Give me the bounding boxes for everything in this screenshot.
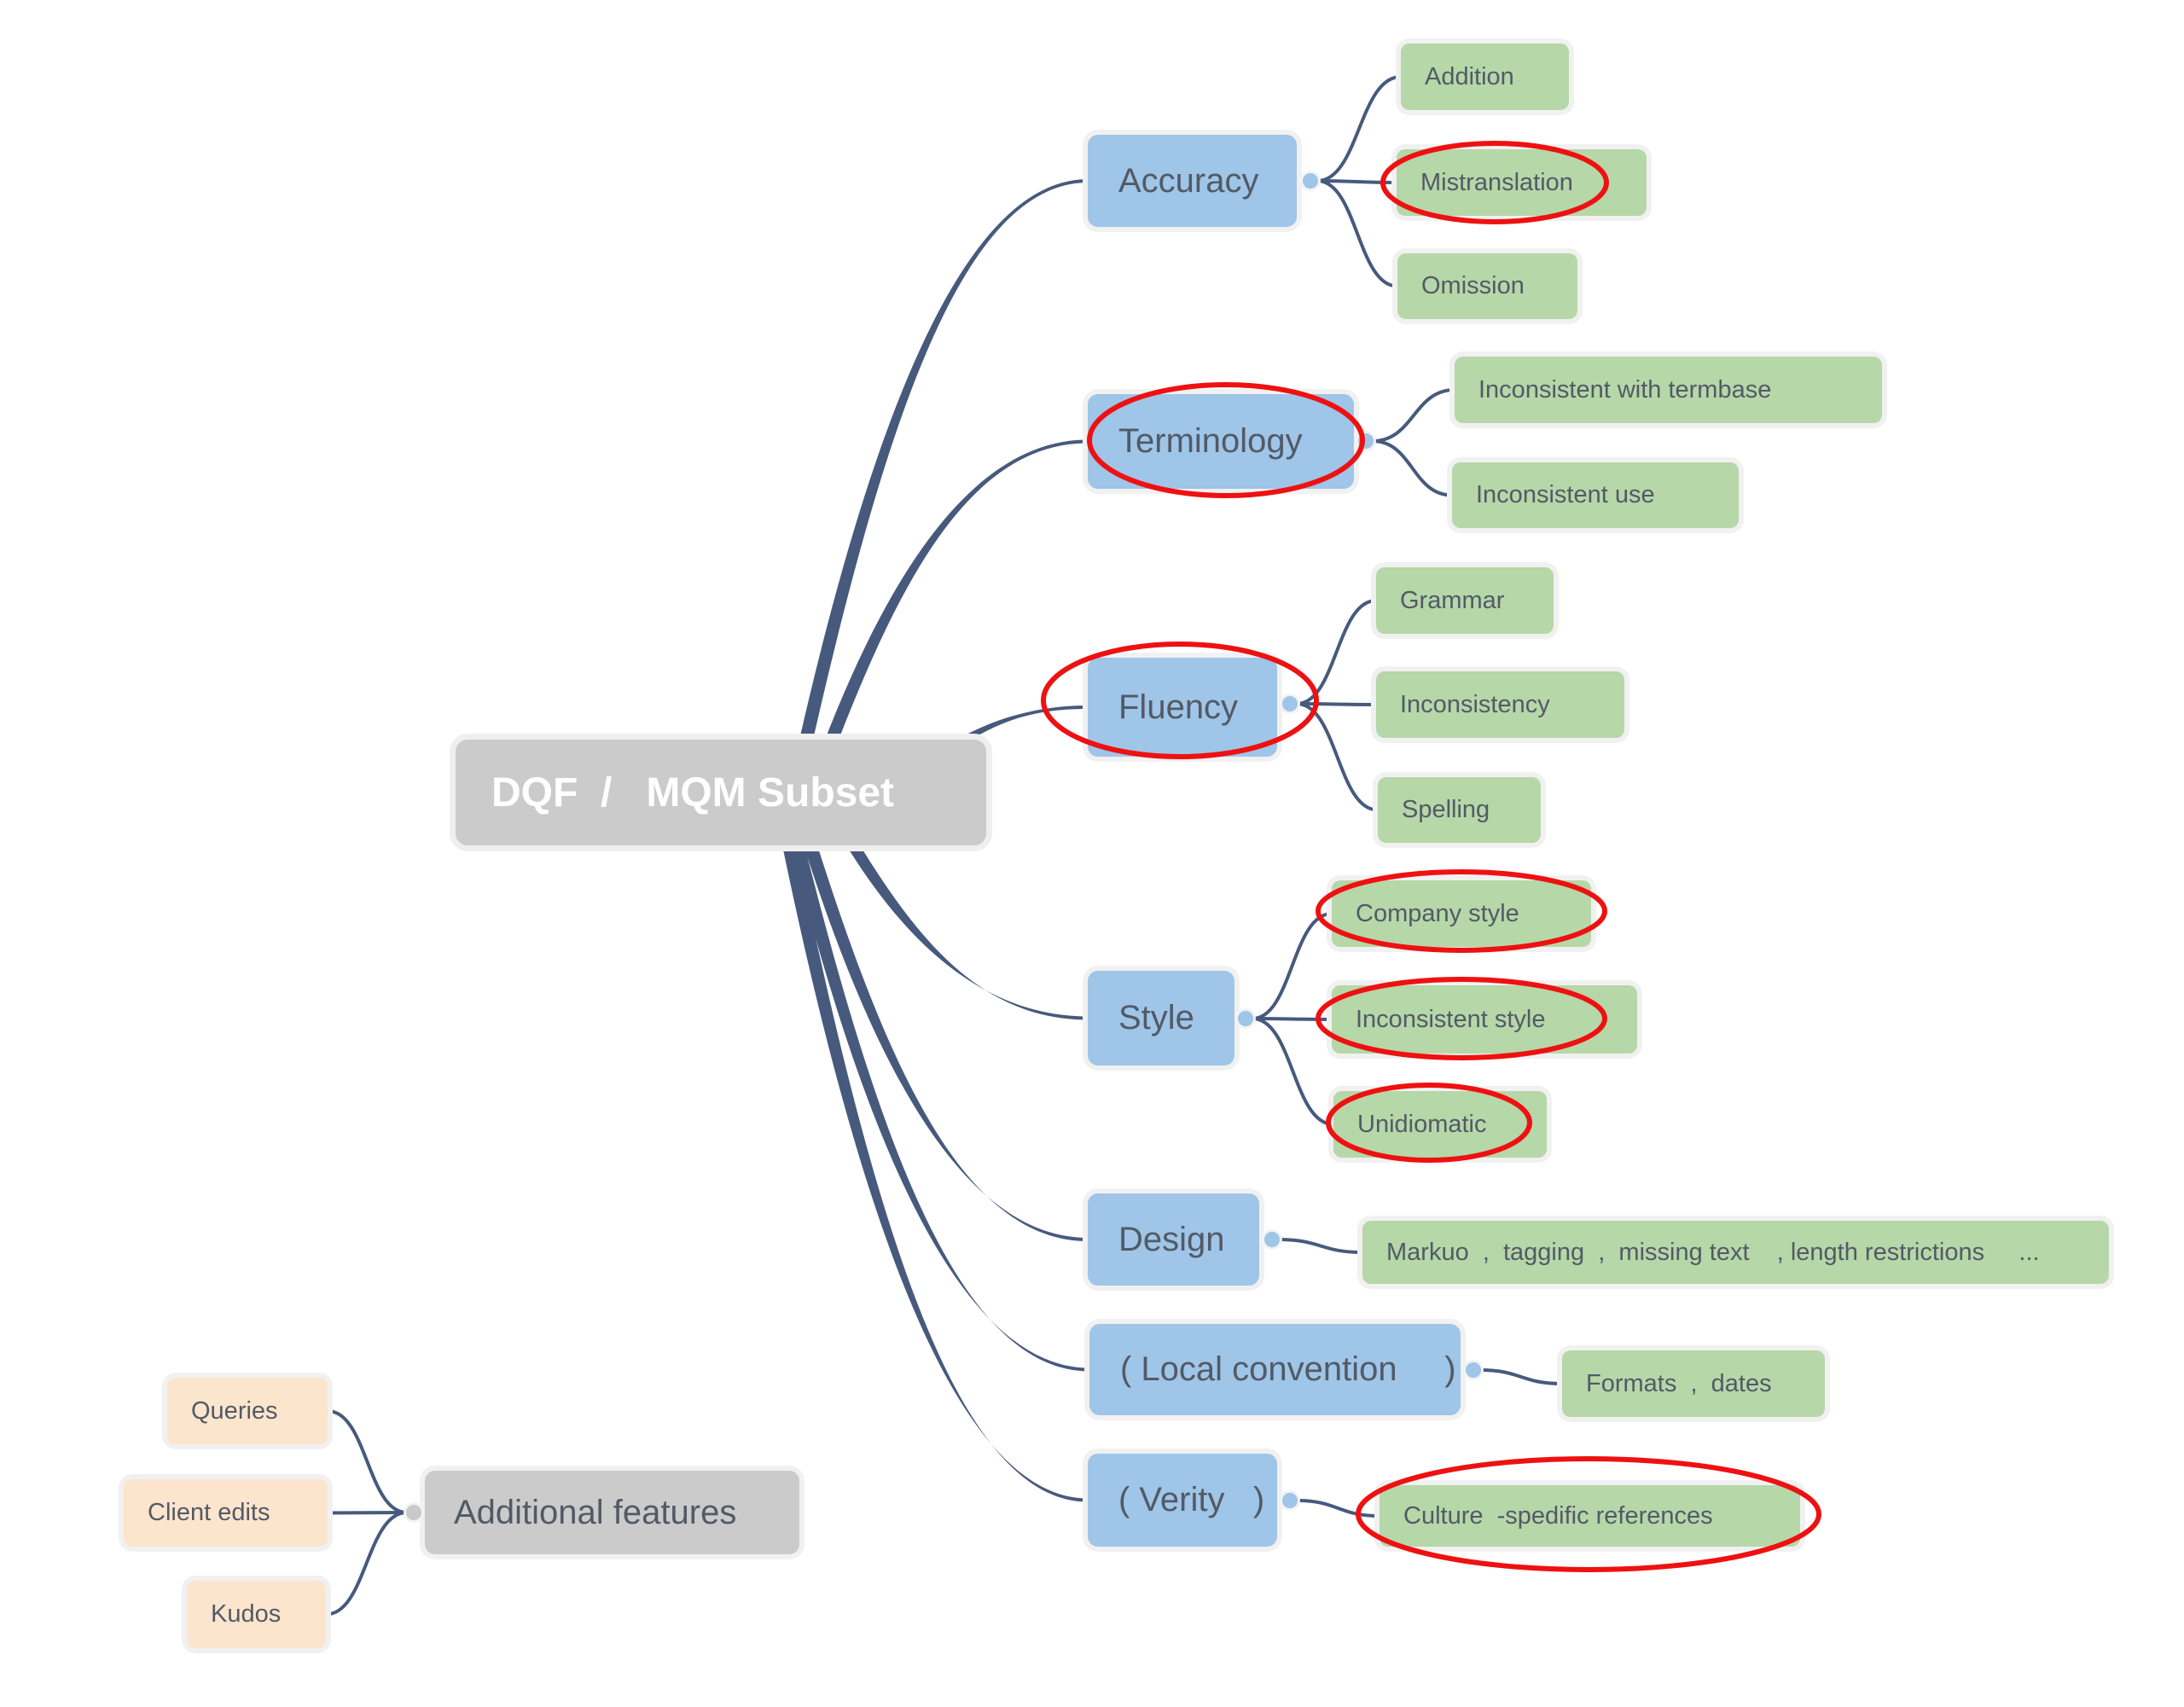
connector-branch-6-leaf-0 — [1296, 1499, 1380, 1518]
branch-label: Accuracy — [1118, 161, 1259, 200]
collapse-toggle-accuracy[interactable] — [1303, 173, 1318, 189]
connector-branch-1-leaf-0 — [1372, 388, 1455, 443]
leaf-label: Spelling — [1402, 796, 1490, 823]
connector-layer — [325, 75, 1563, 1617]
leaf-client-edits[interactable]: Client edits — [124, 1479, 328, 1547]
connector-root-to-branch-1 — [825, 439, 1088, 740]
connector-additional-leaf-0 — [327, 1409, 408, 1514]
leaf-company-style[interactable]: Company style — [1332, 880, 1591, 947]
leaf-label: Company style — [1356, 899, 1519, 927]
connector-branch-0-leaf-0 — [1316, 75, 1402, 183]
leaf-label: Culture -spedific references — [1403, 1501, 1713, 1530]
leaf-grammar[interactable]: Grammar — [1376, 567, 1554, 634]
connector-root-to-branch-4 — [804, 845, 1088, 1241]
leaf-label: Client edits — [148, 1499, 270, 1526]
leaf-queries[interactable]: Queries — [167, 1378, 328, 1444]
additional-features-node[interactable]: Additional features — [425, 1471, 799, 1554]
branch-label: Design — [1118, 1220, 1225, 1258]
collapse-toggle-fluency[interactable] — [1282, 696, 1298, 711]
connector-additional-leaf-2 — [325, 1511, 408, 1617]
leaf-label: Inconsistent use — [1476, 481, 1655, 508]
collapse-toggle-style[interactable] — [1238, 1011, 1253, 1026]
connector-branch-0-leaf-2 — [1316, 179, 1398, 288]
branch-label: ( Local convention ) — [1120, 1350, 1456, 1388]
leaf-design-details[interactable]: Markuo , tagging , missing text , length… — [1362, 1221, 2109, 1284]
connector-branch-0-leaf-1 — [1316, 179, 1397, 184]
leaf-inconsistent-with-termbase[interactable]: Inconsistent with termbase — [1455, 357, 1882, 423]
leaf-label: Inconsistent style — [1356, 1005, 1546, 1033]
connector-branch-3-leaf-0 — [1252, 912, 1333, 1020]
leaf-label: Mistranslation — [1420, 168, 1573, 196]
leaf-label: Markuo , tagging , missing text , length… — [1386, 1238, 2040, 1266]
branch-verity[interactable]: ( Verity ) — [1088, 1454, 1277, 1547]
leaf-kudos[interactable]: Kudos — [187, 1581, 326, 1648]
branch-label: Terminology — [1118, 422, 1303, 460]
leaf-label: Inconsistent with termbase — [1478, 375, 1772, 404]
collapse-toggle-terminology[interactable] — [1358, 433, 1374, 449]
connector-root-to-branch-3 — [846, 845, 1088, 1020]
leaf-label: Queries — [191, 1396, 278, 1425]
mind-map-canvas: DQF / MQM Subset Accuracy Terminology Fl… — [0, 0, 2184, 1707]
leaf-inconsistency[interactable]: Inconsistency — [1376, 671, 1624, 738]
root-node-label: DQF / MQM Subset — [491, 769, 895, 816]
leaf-mistranslation[interactable]: Mistranslation — [1397, 149, 1647, 216]
leaf-formats-dates[interactable]: Formats , dates — [1562, 1350, 1825, 1417]
collapse-toggle-design[interactable] — [1264, 1232, 1280, 1247]
root-node[interactable]: DQF / MQM Subset — [456, 740, 986, 845]
branch-style[interactable]: Style — [1088, 971, 1234, 1065]
additional-features-label: Additional features — [454, 1493, 737, 1531]
leaf-label: Grammar — [1400, 586, 1505, 614]
leaf-inconsistent-use[interactable]: Inconsistent use — [1452, 462, 1739, 528]
branch-label: Fluency — [1118, 688, 1239, 726]
connector-branch-3-leaf-2 — [1252, 1017, 1334, 1126]
leaf-label: Addition — [1425, 62, 1514, 90]
collapse-toggle-verity[interactable] — [1282, 1493, 1298, 1508]
branch-design[interactable]: Design — [1088, 1193, 1259, 1286]
leaf-culture-specific-references[interactable]: Culture -spedific references — [1380, 1485, 1800, 1547]
branch-local-convention[interactable]: ( Local convention ) — [1089, 1324, 1461, 1415]
branch-accuracy[interactable]: Accuracy — [1088, 135, 1297, 227]
connector-additional-leaf-1 — [327, 1511, 408, 1515]
connector-branch-2-leaf-0 — [1296, 599, 1377, 705]
leaf-label: Kudos — [211, 1600, 282, 1628]
collapse-toggle-local-convention[interactable] — [1466, 1362, 1481, 1378]
connector-branch-4-leaf-0 — [1278, 1238, 1363, 1254]
branch-label: ( Verity ) — [1118, 1481, 1265, 1518]
leaf-addition[interactable]: Addition — [1401, 44, 1569, 110]
leaf-omission[interactable]: Omission — [1397, 253, 1577, 319]
collapse-toggle-additional-features[interactable] — [406, 1505, 421, 1520]
connector-branch-1-leaf-1 — [1372, 439, 1453, 497]
connector-branch-5-leaf-0 — [1479, 1368, 1563, 1385]
leaf-label: Unidiomatic — [1357, 1110, 1487, 1138]
leaf-label: Formats , dates — [1586, 1369, 1772, 1397]
connector-branch-2-leaf-1 — [1296, 702, 1377, 706]
branch-label: Style — [1118, 999, 1194, 1036]
leaf-label: Inconsistency — [1400, 690, 1550, 718]
branch-terminology[interactable]: Terminology — [1088, 394, 1354, 489]
connector-root-to-branch-0 — [799, 179, 1088, 740]
connector-branch-2-leaf-2 — [1296, 702, 1379, 812]
leaf-inconsistent-style[interactable]: Inconsistent style — [1332, 985, 1637, 1054]
leaf-unidiomatic[interactable]: Unidiomatic — [1333, 1091, 1547, 1158]
connector-root-to-branch-2 — [957, 705, 1088, 740]
leaf-spelling[interactable]: Spelling — [1378, 777, 1541, 843]
branch-fluency[interactable]: Fluency — [1088, 658, 1277, 757]
leaf-label: Omission — [1421, 272, 1525, 299]
